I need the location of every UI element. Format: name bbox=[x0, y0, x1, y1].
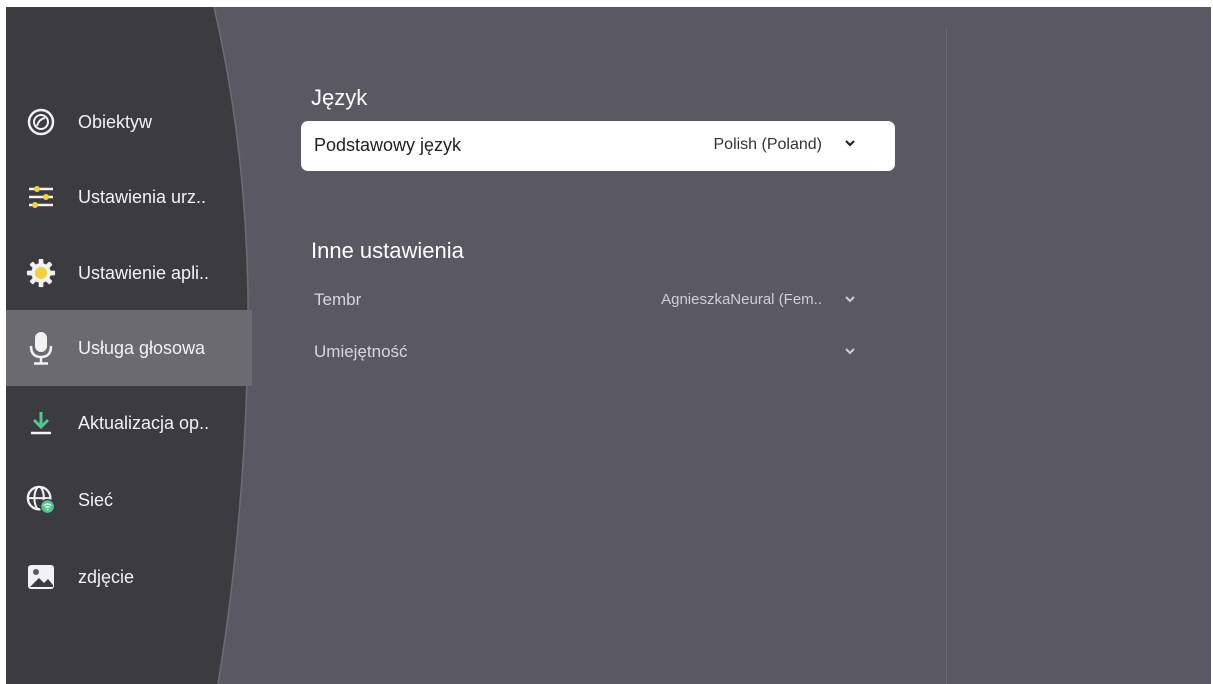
panel-divider bbox=[946, 27, 947, 684]
sidebar-item-app-settings[interactable]: Ustawienie apli.. bbox=[6, 235, 252, 311]
sidebar-item-network[interactable]: Sieć bbox=[6, 462, 252, 538]
skill-dropdown[interactable]: Umiejętność bbox=[301, 334, 895, 370]
sidebar-nav: Obiektyw Ustawienia urz.. Ustawienie apl… bbox=[6, 7, 256, 684]
sidebar-item-label: zdjęcie bbox=[78, 566, 135, 587]
other-settings-section-title: Inne ustawienia bbox=[311, 238, 464, 263]
timbre-value: AgnieszkaNeural (Fem.. bbox=[661, 291, 822, 308]
skill-label: Umiejętność bbox=[314, 342, 408, 361]
gear-icon bbox=[26, 258, 56, 288]
primary-language-label: Podstawowy język bbox=[314, 135, 462, 155]
sidebar-item-device-settings[interactable]: Ustawienia urz.. bbox=[6, 159, 252, 235]
primary-language-dropdown[interactable]: Podstawowy język Polish (Poland) bbox=[301, 121, 895, 171]
sidebar-item-label: Ustawienie apli.. bbox=[78, 262, 210, 283]
timbre-label: Tembr bbox=[314, 290, 362, 309]
sidebar-item-photo[interactable]: zdjęcie bbox=[6, 539, 252, 615]
sidebar-item-label: Obiektyw bbox=[78, 111, 153, 132]
sidebar-item-label: Ustawienia urz.. bbox=[78, 186, 207, 207]
settings-screen: Obiektyw Ustawienia urz.. Ustawienie apl… bbox=[6, 7, 1211, 684]
image-icon bbox=[26, 562, 56, 592]
microphone-icon bbox=[26, 332, 56, 365]
chevron-down-icon bbox=[843, 292, 857, 311]
sidebar-item-label: Aktualizacja op.. bbox=[78, 412, 210, 433]
sidebar-item-lens[interactable]: Obiektyw bbox=[6, 84, 252, 160]
sliders-icon bbox=[26, 182, 56, 212]
primary-language-value: Polish (Poland) bbox=[713, 136, 823, 153]
download-icon bbox=[26, 408, 56, 438]
timbre-dropdown[interactable]: Tembr AgnieszkaNeural (Fem.. bbox=[301, 282, 895, 318]
chevron-down-icon bbox=[843, 136, 857, 155]
sidebar-item-voice-service[interactable]: Usługa głosowa bbox=[6, 310, 252, 386]
language-section-title: Język bbox=[311, 85, 368, 110]
sidebar-item-label: Usługa głosowa bbox=[78, 337, 206, 358]
lens-icon bbox=[26, 107, 56, 137]
chevron-down-icon bbox=[843, 344, 857, 363]
sidebar-item-label: Sieć bbox=[78, 489, 114, 510]
voice-settings-panel: Język Podstawowy język Polish (Poland) I… bbox=[301, 7, 901, 684]
globe-wifi-icon bbox=[26, 485, 56, 515]
sidebar-item-software-update[interactable]: Aktualizacja op.. bbox=[6, 385, 252, 461]
